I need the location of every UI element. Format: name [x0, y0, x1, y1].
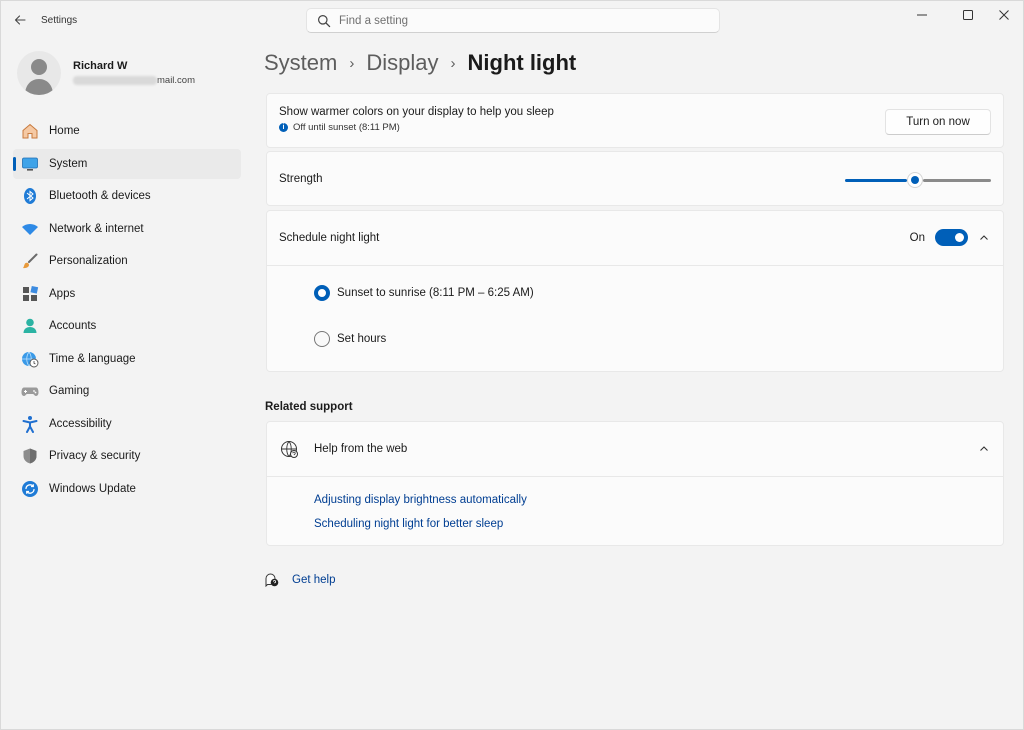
person-avatar-icon	[25, 59, 53, 95]
sidebar-nav: Home System Bluetooth & devices Network …	[13, 116, 241, 506]
sidebar-item-label: Windows Update	[49, 482, 136, 495]
breadcrumb-system[interactable]: System	[264, 50, 337, 76]
sidebar-item-bluetooth[interactable]: Bluetooth & devices	[13, 181, 241, 211]
chevron-up-icon[interactable]	[977, 442, 991, 456]
link-night-light-sleep[interactable]: Scheduling night light for better sleep	[314, 518, 503, 530]
search-icon	[318, 14, 331, 27]
sidebar-item-network[interactable]: Network & internet	[13, 214, 241, 244]
night-light-description: Show warmer colors on your display to he…	[279, 106, 554, 118]
radio-button-selected[interactable]	[314, 285, 330, 301]
strength-card: Strength	[266, 151, 1004, 206]
sidebar-item-home[interactable]: Home	[13, 116, 241, 146]
sidebar-item-label: Accounts	[49, 320, 97, 332]
chevron-right-icon: ›	[450, 54, 456, 72]
sidebar-item-label: Bluetooth & devices	[49, 190, 151, 202]
minimize-icon	[917, 14, 927, 16]
redacted-email	[73, 75, 157, 85]
person-icon	[21, 317, 39, 335]
close-button[interactable]	[981, 1, 1024, 29]
sidebar-item-gaming[interactable]: Gaming	[13, 376, 241, 406]
accessibility-icon	[21, 415, 39, 433]
globe-icon	[280, 440, 299, 462]
radio-set-hours[interactable]: Set hours	[314, 331, 386, 347]
close-icon	[999, 10, 1009, 20]
chevron-right-icon: ›	[349, 54, 355, 72]
bluetooth-icon	[21, 187, 39, 205]
breadcrumb-display[interactable]: Display	[366, 50, 438, 76]
radio-button-unselected[interactable]	[314, 331, 330, 347]
radio-sunset-to-sunrise[interactable]: Sunset to sunrise (8:11 PM – 6:25 AM)	[314, 285, 534, 301]
chevron-up-icon[interactable]	[977, 231, 991, 245]
gamepad-icon	[21, 382, 39, 400]
get-help-link[interactable]: Get help	[292, 574, 335, 586]
back-button[interactable]	[9, 9, 31, 31]
profile-email: mail.com	[73, 75, 195, 86]
get-help[interactable]: Get help	[265, 573, 335, 587]
maximize-icon	[963, 10, 973, 20]
profile-name: Richard W	[73, 60, 128, 72]
sidebar-item-label: Privacy & security	[49, 450, 141, 462]
update-icon	[21, 480, 39, 498]
sidebar-item-label: Gaming	[49, 385, 90, 397]
sidebar-item-privacy-security[interactable]: Privacy & security	[13, 441, 241, 471]
sidebar-item-windows-update[interactable]: Windows Update	[13, 474, 241, 504]
sidebar-item-label: Home	[49, 125, 80, 137]
radio-label: Set hours	[337, 333, 387, 345]
home-icon	[21, 122, 39, 140]
slider-track-filled	[845, 179, 908, 182]
brush-icon	[21, 252, 39, 270]
night-light-text: Show warmer colors on your display to he…	[279, 106, 554, 133]
slider-track-rest	[923, 179, 991, 182]
sidebar-item-personalization[interactable]: Personalization	[13, 246, 241, 276]
toggle-state-text: On	[909, 232, 925, 244]
app-title: Settings	[41, 15, 78, 26]
settings-window: Settings Richard W mail.com Home	[0, 0, 1024, 730]
get-help-icon	[265, 573, 279, 587]
help-from-web-label: Help from the web	[314, 443, 408, 455]
link-display-brightness[interactable]: Adjusting display brightness automatical…	[314, 494, 527, 506]
schedule-toggle[interactable]	[935, 229, 968, 246]
turn-on-now-button[interactable]: Turn on now	[885, 109, 991, 135]
schedule-header[interactable]: Schedule night light On	[267, 211, 1003, 266]
sidebar-item-label: Accessibility	[49, 417, 112, 430]
help-from-web-card: Help from the web Adjusting display brig…	[266, 421, 1004, 546]
schedule-card: Schedule night light On Sunset to sunris…	[266, 210, 1004, 372]
info-icon: i	[279, 123, 288, 132]
search-box[interactable]	[306, 8, 720, 33]
sidebar-item-accessibility[interactable]: Accessibility	[13, 409, 241, 439]
night-light-status: i Off until sunset (8:11 PM)	[279, 122, 554, 133]
arrow-left-icon	[14, 15, 26, 25]
shield-icon	[21, 447, 39, 465]
wifi-icon	[21, 220, 39, 238]
apps-icon	[21, 285, 39, 303]
radio-label: Sunset to sunrise (8:11 PM – 6:25 AM)	[337, 287, 534, 299]
sidebar-item-system[interactable]: System	[13, 148, 241, 179]
sidebar-item-accounts[interactable]: Accounts	[13, 311, 241, 341]
avatar	[17, 51, 61, 95]
sidebar-item-label: System	[49, 157, 88, 170]
globe-clock-icon	[21, 350, 39, 368]
breadcrumb: System › Display › Night light	[264, 48, 576, 78]
strength-label: Strength	[279, 173, 323, 185]
slider-thumb[interactable]	[908, 173, 923, 187]
search-input[interactable]	[339, 14, 699, 27]
sidebar-item-label: Apps	[49, 287, 76, 300]
strength-slider[interactable]	[845, 173, 991, 187]
sidebar-item-label: Network & internet	[49, 222, 144, 235]
title-bar: Settings	[1, 1, 1024, 39]
schedule-label: Schedule night light	[279, 232, 380, 244]
page-title: Night light	[467, 50, 577, 75]
sidebar-item-label: Personalization	[49, 255, 128, 267]
monitor-icon	[21, 155, 39, 173]
night-light-card: Show warmer colors on your display to he…	[266, 93, 1004, 148]
sidebar-item-time-language[interactable]: Time & language	[13, 344, 241, 374]
related-support-heading: Related support	[265, 401, 353, 413]
sidebar-item-label: Time & language	[49, 352, 136, 365]
minimize-button[interactable]	[899, 1, 945, 29]
help-from-web-header[interactable]: Help from the web	[267, 422, 1003, 477]
sidebar-item-apps[interactable]: Apps	[13, 279, 241, 309]
